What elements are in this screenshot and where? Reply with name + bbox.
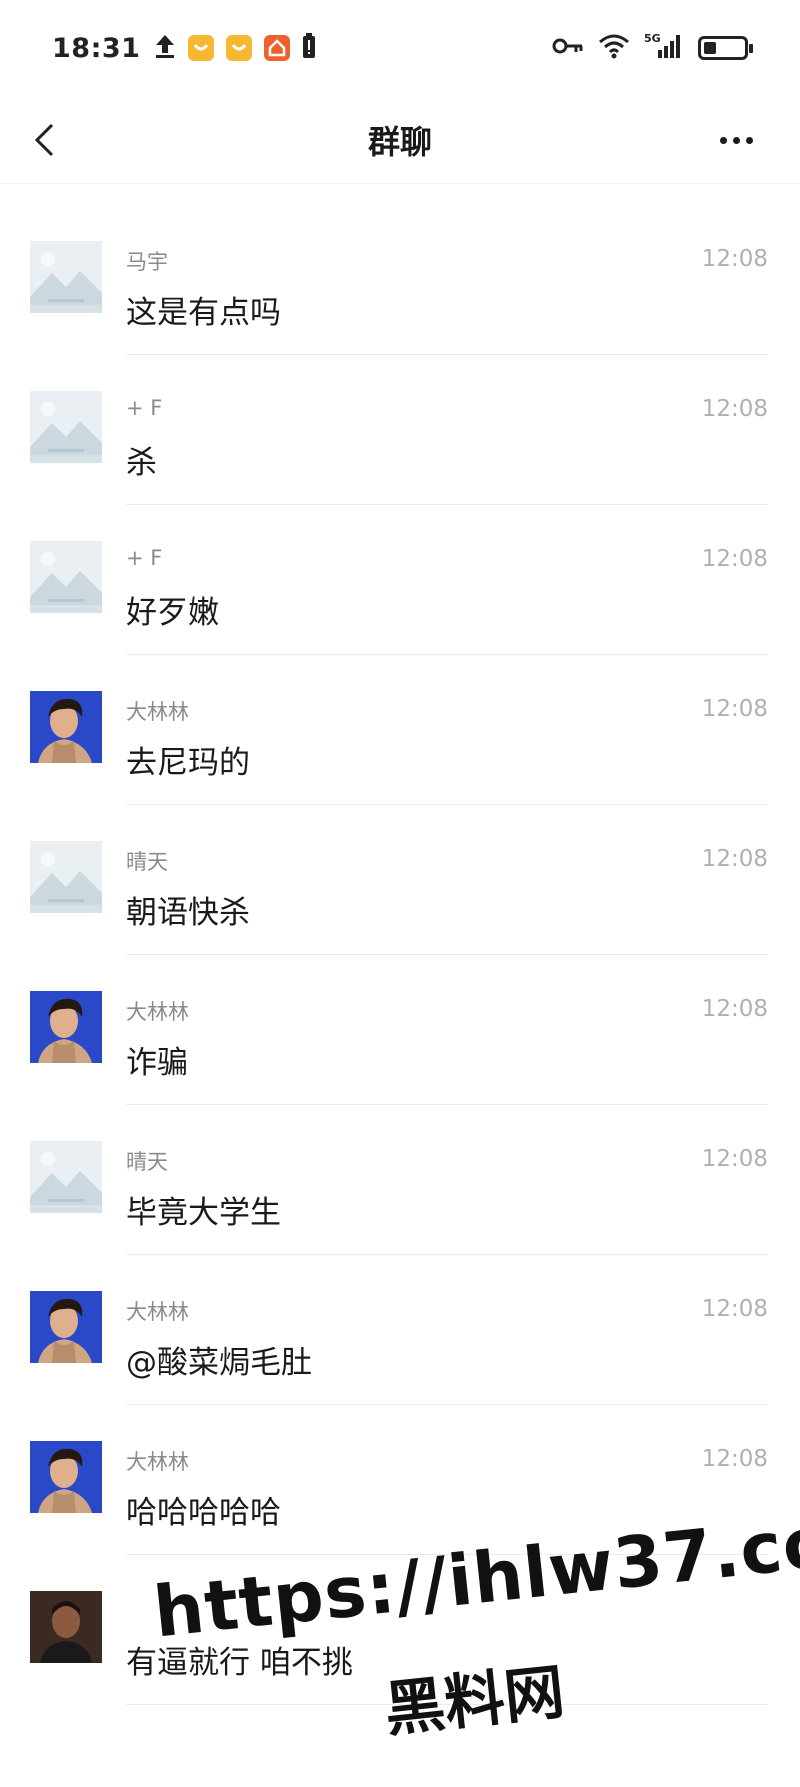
status-notification-icons (154, 33, 316, 63)
message-time: 12:08 (701, 696, 768, 722)
message-row[interactable]: 大林林 12:08 哈哈哈哈哈 (0, 1405, 800, 1555)
back-button[interactable] (22, 118, 66, 162)
message-time: 12:08 (701, 846, 768, 872)
sender-name: + F (126, 396, 163, 420)
user-photo-icon (30, 1291, 102, 1363)
avatar[interactable] (30, 1291, 102, 1363)
message-time: 12:08 (701, 246, 768, 272)
message-text[interactable]: 朝语快杀 (126, 887, 250, 932)
message-text[interactable]: 好歹嫩 (126, 587, 219, 632)
message-text[interactable]: 去尼玛的 (126, 737, 250, 782)
message-row[interactable]: 大林林 12:08 去尼玛的 (0, 655, 800, 805)
message-text[interactable]: 诈骗 (126, 1037, 188, 1082)
battery-icon (698, 36, 753, 60)
message-time: 12:08 (701, 1446, 768, 1472)
message-row[interactable]: 大林林 12:08 诈骗 (0, 955, 800, 1105)
message-row[interactable]: 有逼就行 咱不挑 (0, 1555, 800, 1705)
message-time: 12:08 (701, 1146, 768, 1172)
network-type-label: 5G (644, 32, 661, 45)
nav-bar: 群聊 (0, 96, 800, 184)
message-time: 12:08 (701, 396, 768, 422)
app-home-icon (264, 35, 291, 61)
message-text[interactable]: 杀 (126, 437, 157, 482)
user-photo-icon (30, 991, 102, 1063)
message-row[interactable]: + F 12:08 杀 (0, 355, 800, 505)
avatar[interactable] (30, 991, 102, 1063)
message-time: 12:08 (701, 996, 768, 1022)
message-list[interactable]: 马宇 12:08 这是有点吗 + F 12:08 杀 + F 12:08 好歹嫩大林林 12:08… (0, 205, 800, 1705)
user-photo-icon (30, 1441, 102, 1513)
message-time: 12:08 (701, 546, 768, 572)
more-dot (719, 136, 727, 144)
sender-name: 大林林 (126, 1450, 189, 1474)
sender-name: 晴天 (126, 1150, 168, 1174)
image-placeholder-icon (30, 1141, 102, 1213)
user-photo-icon (30, 691, 102, 763)
chevron-left-icon (34, 123, 54, 157)
sender-name: 晴天 (126, 850, 168, 874)
sender-name: 大林林 (126, 1000, 189, 1024)
divider (126, 1704, 768, 1705)
app-badge-icon (226, 35, 253, 61)
wifi-icon (598, 33, 630, 63)
message-text[interactable]: 哈哈哈哈哈 (126, 1487, 281, 1532)
image-placeholder-icon (30, 241, 102, 313)
message-text[interactable]: 毕竟大学生 (126, 1187, 281, 1232)
message-row[interactable]: 马宇 12:08 这是有点吗 (0, 205, 800, 355)
message-row[interactable]: 晴天 12:08 毕竟大学生 (0, 1105, 800, 1255)
user-photo-icon (30, 1591, 102, 1663)
more-dot (745, 136, 753, 144)
message-time: 12:08 (701, 1296, 768, 1322)
status-bar: 18:31 5G (0, 0, 800, 96)
battery-alert-icon (302, 33, 316, 63)
avatar[interactable] (30, 1441, 102, 1513)
sender-name: 大林林 (126, 1300, 189, 1324)
sender-name: + F (126, 546, 163, 570)
message-text[interactable]: @酸菜焗毛肚 (126, 1337, 312, 1382)
avatar[interactable] (30, 541, 102, 613)
page-title: 群聊 (367, 122, 432, 161)
image-placeholder-icon (30, 541, 102, 613)
status-system-icons: 5G (552, 32, 753, 64)
signal-icon: 5G (644, 32, 684, 64)
more-options-button[interactable] (712, 118, 760, 162)
avatar[interactable] (30, 1141, 102, 1213)
sender-name: 大林林 (126, 700, 189, 724)
message-text[interactable]: 这是有点吗 (126, 287, 281, 332)
message-row[interactable]: 大林林 12:08 @酸菜焗毛肚 (0, 1255, 800, 1405)
battery-level-fill (704, 42, 716, 54)
more-dot (732, 136, 740, 144)
message-row[interactable]: 晴天 12:08 朝语快杀 (0, 805, 800, 955)
upload-icon (154, 33, 176, 63)
avatar[interactable] (30, 241, 102, 313)
app-badge-icon (188, 35, 215, 61)
avatar[interactable] (30, 1591, 102, 1663)
message-text[interactable]: 有逼就行 咱不挑 (126, 1637, 353, 1682)
key-icon (552, 36, 584, 60)
avatar[interactable] (30, 841, 102, 913)
image-placeholder-icon (30, 841, 102, 913)
avatar[interactable] (30, 691, 102, 763)
avatar[interactable] (30, 391, 102, 463)
sender-name: 马宇 (126, 250, 168, 274)
message-row[interactable]: + F 12:08 好歹嫩 (0, 505, 800, 655)
status-time: 18:31 (52, 32, 141, 64)
image-placeholder-icon (30, 391, 102, 463)
